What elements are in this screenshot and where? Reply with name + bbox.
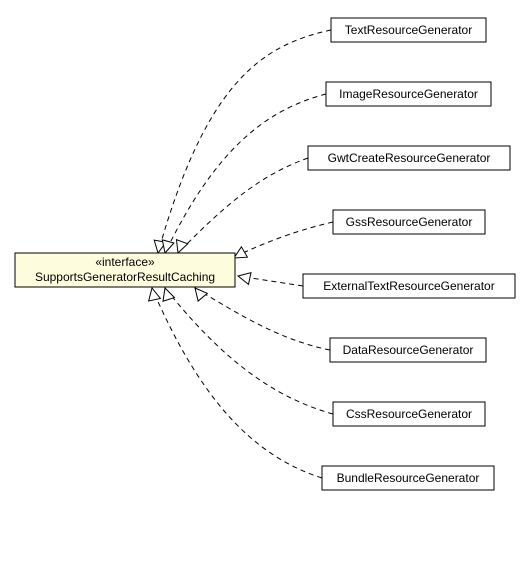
realization-arrowhead-icon [159, 286, 174, 301]
class-label: ExternalTextResourceGenerator [323, 279, 494, 293]
uml-diagram: «interface» SupportsGeneratorResultCachi… [0, 0, 527, 563]
interface-name: SupportsGeneratorResultCaching [35, 270, 215, 284]
realization-line [152, 288, 322, 478]
class-text: TextResourceGenerator [331, 18, 486, 42]
class-label: TextResourceGenerator [345, 23, 472, 37]
class-css: CssResourceGenerator [333, 402, 485, 426]
realization-line [178, 158, 308, 253]
class-label: GssResourceGenerator [346, 215, 473, 229]
realization-line [165, 288, 333, 414]
realization-line [158, 30, 331, 253]
class-data: DataResourceGenerator [330, 338, 486, 362]
class-label: DataResourceGenerator [343, 343, 474, 357]
class-bundle: BundleResourceGenerator [322, 466, 494, 490]
interface-stereotype: «interface» [95, 255, 155, 269]
realization-arrowhead-icon [146, 287, 160, 301]
class-label: ImageResourceGenerator [339, 87, 478, 101]
class-label: BundleResourceGenerator [337, 471, 480, 485]
interface-box: «interface» SupportsGeneratorResultCachi… [15, 253, 235, 287]
class-ext: ExternalTextResourceGenerator [303, 274, 515, 298]
realization-arrowhead-icon [237, 270, 251, 284]
realization-line [234, 222, 333, 257]
class-gwt: GwtCreateResourceGenerator [308, 146, 510, 170]
realization-line [165, 94, 326, 253]
class-gss: GssResourceGenerator [333, 210, 485, 234]
class-label: GwtCreateResourceGenerator [328, 151, 491, 165]
class-image: ImageResourceGenerator [326, 82, 491, 106]
class-boxes: TextResourceGenerator ImageResourceGenera… [303, 18, 515, 490]
class-label: CssResourceGenerator [346, 407, 472, 421]
